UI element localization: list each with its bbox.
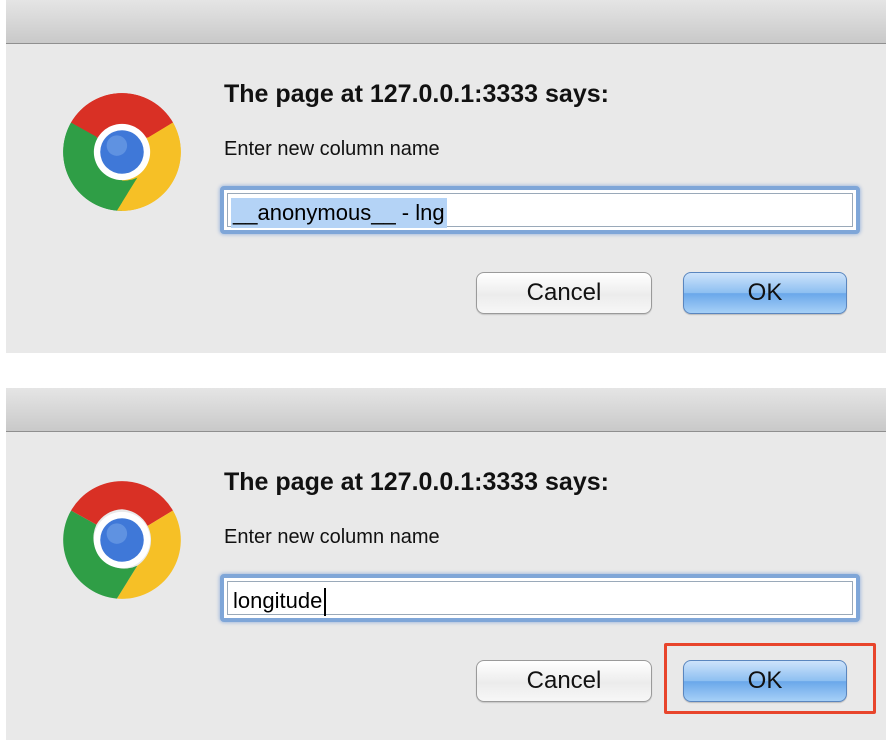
input-inner: __anonymous__ - lng xyxy=(227,193,853,228)
dialog-titlebar[interactable] xyxy=(6,0,886,44)
dialog-heading: The page at 127.0.0.1:3333 says: xyxy=(224,468,609,496)
input-value: __anonymous__ - lng xyxy=(231,198,447,228)
text-caret xyxy=(324,588,326,616)
chrome-logo-icon xyxy=(63,93,181,211)
column-name-input[interactable]: __anonymous__ - lng xyxy=(220,186,860,234)
column-name-input[interactable]: longitude xyxy=(220,574,860,622)
prompt-dialog: The page at 127.0.0.1:3333 says: Enter n… xyxy=(6,0,886,353)
input-inner: longitude xyxy=(227,581,853,616)
dialog-message: Enter new column name xyxy=(224,138,440,160)
cancel-button[interactable]: Cancel xyxy=(476,272,652,314)
ok-button-highlight xyxy=(664,643,876,714)
input-value: longitude xyxy=(233,588,323,613)
dialog-message: Enter new column name xyxy=(224,526,440,548)
chrome-logo-icon xyxy=(63,481,181,599)
dialog-titlebar[interactable] xyxy=(6,388,886,432)
dialog-heading: The page at 127.0.0.1:3333 says: xyxy=(224,80,609,108)
ok-button[interactable]: OK xyxy=(683,272,847,314)
cancel-button[interactable]: Cancel xyxy=(476,660,652,702)
